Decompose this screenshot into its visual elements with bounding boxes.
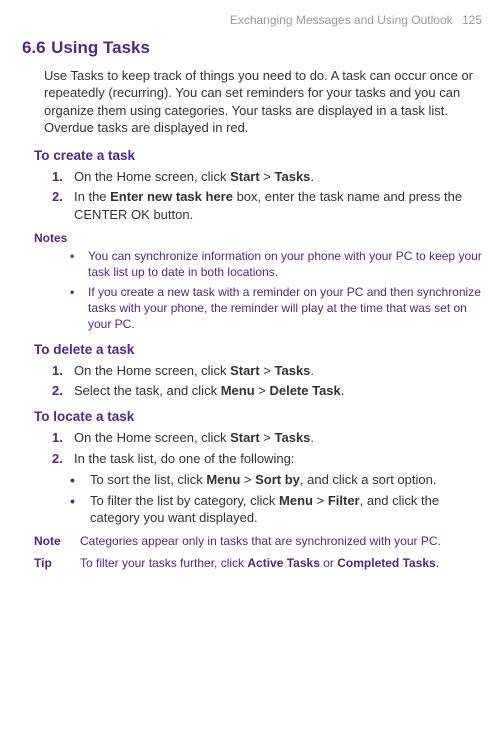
section-number: 6.6 [22,38,46,57]
note-item-2: If you create a new task with a reminder… [70,284,482,333]
locate-bullet-2: To filter the list by category, click Me… [70,492,482,527]
locate-task-heading: To locate a task [34,408,482,426]
create-task-steps: 1. On the Home screen, click Start > Tas… [52,168,482,224]
locate-step-1: 1. On the Home screen, click Start > Tas… [52,429,482,447]
delete-step-1: 1. On the Home screen, click Start > Tas… [52,362,482,380]
notes-list: You can synchronize information on your … [70,248,482,333]
delete-task-steps: 1. On the Home screen, click Start > Tas… [52,362,482,400]
create-step-1: 1. On the Home screen, click Start > Tas… [52,168,482,186]
locate-bullet-1: To sort the list, click Menu > Sort by, … [70,471,482,489]
chapter-title: Exchanging Messages and Using Outlook [230,13,453,27]
locate-bullets: To sort the list, click Menu > Sort by, … [70,471,482,527]
note-label: Note [34,533,80,549]
notes-label: Notes [34,230,482,246]
intro-paragraph: Use Tasks to keep track of things you ne… [44,67,482,137]
note-item-1: You can synchronize information on your … [70,248,482,280]
section-title: Using Tasks [51,38,150,57]
tip-text: To filter your tasks further, click Acti… [80,555,482,571]
page-number: 125 [462,13,482,27]
delete-step-2: 2. Select the task, and click Menu > Del… [52,382,482,400]
tip-label: Tip [34,555,80,571]
create-step-2: 2. In the Enter new task here box, enter… [52,188,482,223]
note-row: Note Categories appear only in tasks tha… [34,533,482,549]
page-header: Exchanging Messages and Using Outlook 12… [22,12,482,28]
note-text: Categories appear only in tasks that are… [80,533,482,549]
tip-row: Tip To filter your tasks further, click … [34,555,482,571]
section-heading: 6.6 Using Tasks [22,34,482,60]
locate-task-steps: 1. On the Home screen, click Start > Tas… [52,429,482,467]
locate-step-2: 2. In the task list, do one of the follo… [52,450,482,468]
create-task-heading: To create a task [34,147,482,165]
delete-task-heading: To delete a task [34,341,482,359]
